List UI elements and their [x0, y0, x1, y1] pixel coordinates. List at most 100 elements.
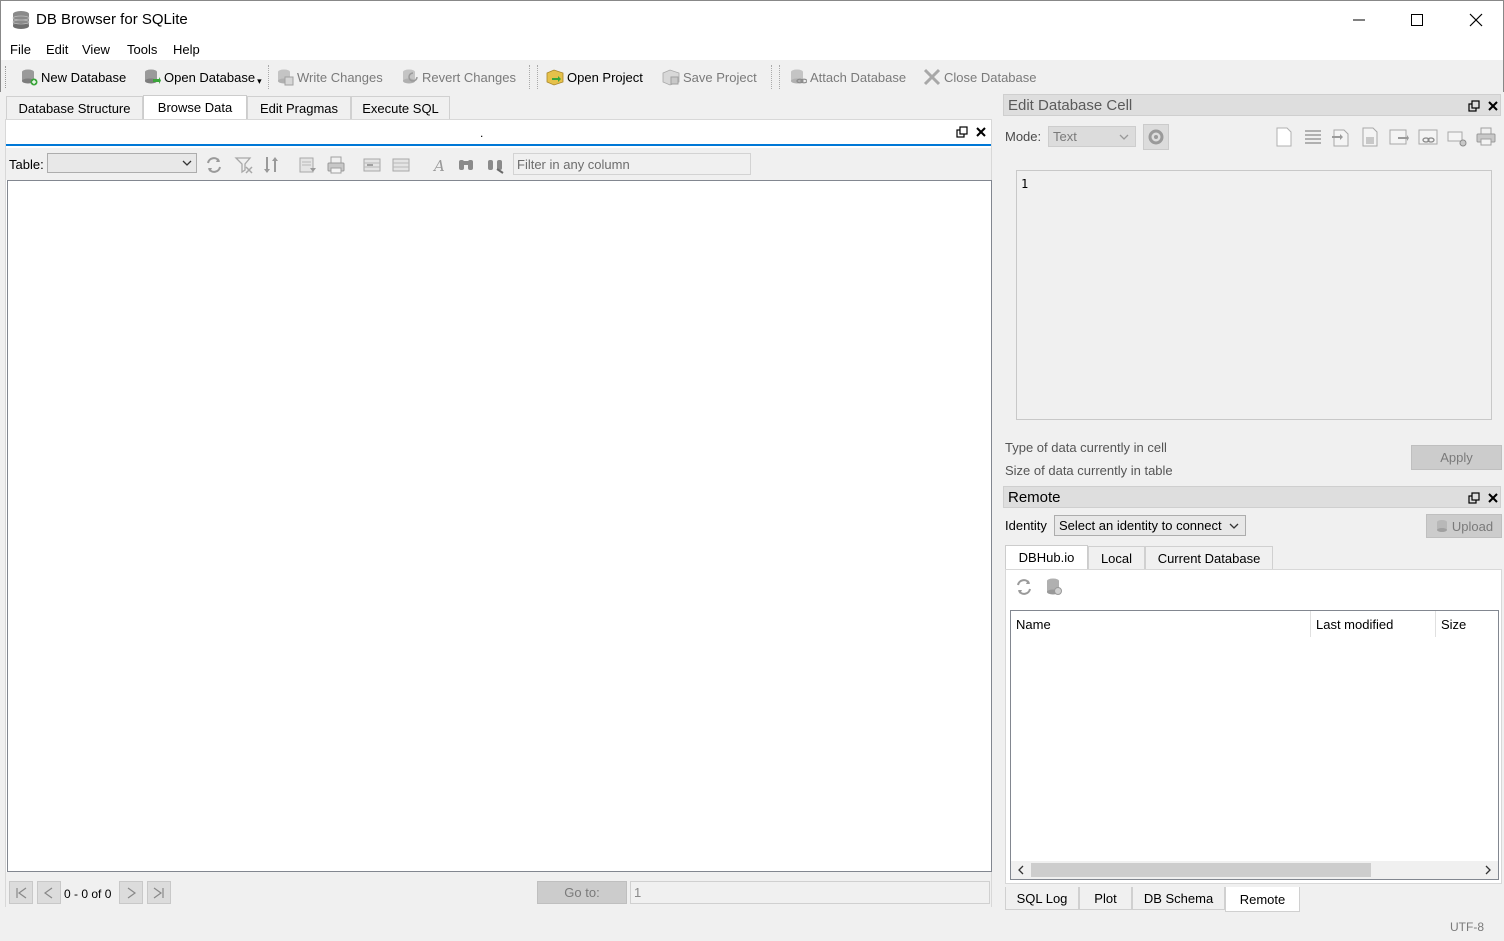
- goto-button[interactable]: Go to:: [537, 881, 627, 904]
- menu-bar: File Edit View Tools Help: [0, 38, 1504, 60]
- write-changes-button[interactable]: Write Changes: [276, 66, 383, 88]
- word-wrap-icon[interactable]: [1302, 126, 1324, 148]
- menu-file[interactable]: File: [10, 42, 31, 57]
- database-app-icon: [12, 11, 30, 29]
- open-database-icon: [145, 69, 161, 84]
- first-record-button[interactable]: [9, 881, 33, 904]
- print-icon[interactable]: [326, 155, 346, 175]
- menu-view[interactable]: View: [82, 42, 110, 57]
- mode-value: Text: [1053, 129, 1077, 144]
- attach-database-button[interactable]: Attach Database: [789, 66, 906, 88]
- revert-changes-button[interactable]: Revert Changes: [401, 66, 516, 88]
- encoding-indicator: UTF-8: [1450, 920, 1484, 934]
- tab-dbhub[interactable]: DBHub.io: [1005, 545, 1088, 569]
- main-toolbar: New Database Open Database ▾ Write Chang…: [0, 60, 1504, 92]
- new-database-button[interactable]: New Database: [20, 66, 126, 88]
- scrollbar-thumb[interactable]: [1031, 863, 1371, 877]
- open-project-icon: [546, 69, 564, 86]
- clear-filters-icon[interactable]: [234, 155, 254, 175]
- status-bar: UTF-8: [0, 912, 1504, 941]
- open-in-app-icon[interactable]: [1446, 126, 1468, 148]
- tab-plot[interactable]: Plot: [1079, 887, 1132, 910]
- tab-database-structure[interactable]: Database Structure: [6, 96, 143, 119]
- goto-input[interactable]: 1: [630, 881, 990, 904]
- tab-db-schema[interactable]: DB Schema: [1132, 887, 1225, 910]
- edit-cell-dock-title: Edit Database Cell: [1003, 94, 1501, 116]
- chevron-right-icon[interactable]: [1483, 865, 1493, 875]
- minimize-button[interactable]: [1330, 1, 1388, 39]
- toolbar-separator: [779, 65, 780, 89]
- clone-database-icon[interactable]: [1044, 577, 1064, 597]
- tab-sql-log[interactable]: SQL Log: [1005, 887, 1079, 910]
- print-icon[interactable]: [1475, 126, 1497, 148]
- tab-execute-sql[interactable]: Execute SQL: [351, 96, 450, 119]
- set-null-icon[interactable]: [1388, 126, 1410, 148]
- upload-icon: [1436, 520, 1447, 532]
- remote-file-table[interactable]: Name Last modified Size: [1010, 610, 1499, 880]
- apply-button[interactable]: Apply: [1411, 445, 1502, 470]
- find-icon[interactable]: [456, 155, 476, 175]
- save-table-icon[interactable]: [298, 155, 318, 175]
- undock-icon[interactable]: [956, 126, 968, 138]
- tab-remote[interactable]: Remote: [1225, 887, 1300, 912]
- table-select[interactable]: [47, 153, 197, 173]
- find-replace-icon[interactable]: [485, 155, 505, 175]
- upload-button[interactable]: Upload: [1426, 514, 1502, 538]
- mode-select[interactable]: Text: [1048, 126, 1136, 147]
- remote-dock-title: Remote: [1003, 486, 1501, 508]
- export-file-icon[interactable]: [1359, 126, 1381, 148]
- new-database-icon: [22, 69, 38, 86]
- close-window-button[interactable]: [1447, 1, 1504, 39]
- maximize-button[interactable]: [1388, 1, 1446, 39]
- column-header-last-modified[interactable]: Last modified: [1311, 611, 1436, 637]
- close-dock-icon[interactable]: [1487, 100, 1499, 112]
- horizontal-scrollbar[interactable]: [1011, 861, 1498, 879]
- tab-current-database[interactable]: Current Database: [1145, 546, 1273, 569]
- clear-sorting-icon[interactable]: [262, 155, 282, 175]
- open-project-button[interactable]: Open Project: [546, 66, 643, 88]
- toolbar-grip[interactable]: [5, 66, 8, 88]
- write-changes-icon: [278, 69, 294, 86]
- tab-browse-data[interactable]: Browse Data: [143, 95, 247, 119]
- menu-tools[interactable]: Tools: [127, 42, 157, 57]
- data-grid[interactable]: [7, 180, 992, 872]
- close-database-button[interactable]: Close Database: [923, 66, 1037, 88]
- new-document-icon[interactable]: [1273, 126, 1295, 148]
- close-dock-icon[interactable]: [1487, 492, 1499, 504]
- tab-local[interactable]: Local: [1088, 546, 1145, 569]
- refresh-icon[interactable]: [1014, 577, 1034, 597]
- toolbar-separator: [771, 65, 772, 89]
- write-changes-label: Write Changes: [297, 69, 383, 85]
- browse-data-pane: . Table: A Filter in any column 0 - 0 of…: [5, 119, 992, 907]
- menu-edit[interactable]: Edit: [46, 42, 68, 57]
- last-record-button[interactable]: [147, 881, 171, 904]
- open-database-button[interactable]: Open Database ▾: [143, 66, 262, 88]
- close-tab-icon[interactable]: [975, 126, 987, 138]
- save-project-button[interactable]: Save Project: [662, 66, 757, 88]
- browse-header-text: .: [480, 126, 484, 140]
- delete-record-icon[interactable]: [391, 155, 411, 175]
- remote-panel: Name Last modified Size: [1005, 569, 1502, 884]
- tab-edit-pragmas[interactable]: Edit Pragmas: [247, 96, 351, 119]
- auto-format-button[interactable]: [1143, 124, 1169, 150]
- font-format-icon[interactable]: A: [429, 155, 449, 175]
- import-file-icon[interactable]: [1330, 126, 1352, 148]
- refresh-icon[interactable]: [204, 155, 224, 175]
- cell-editor[interactable]: 1: [1016, 170, 1492, 420]
- undock-icon[interactable]: [1468, 492, 1480, 504]
- column-header-size[interactable]: Size: [1436, 611, 1498, 637]
- open-database-dropdown-icon[interactable]: ▾: [257, 76, 262, 87]
- previous-record-button[interactable]: [37, 881, 61, 904]
- chevron-down-icon: [1119, 134, 1129, 140]
- identity-select[interactable]: Select an identity to connect: [1054, 515, 1246, 536]
- undock-icon[interactable]: [1468, 100, 1480, 112]
- identity-value: Select an identity to connect: [1059, 518, 1222, 533]
- column-header-name[interactable]: Name: [1011, 611, 1311, 637]
- chevron-left-icon[interactable]: [1016, 865, 1026, 875]
- link-icon[interactable]: [1417, 126, 1439, 148]
- next-record-button[interactable]: [119, 881, 143, 904]
- insert-record-icon[interactable]: [362, 155, 382, 175]
- menu-help[interactable]: Help: [173, 42, 200, 57]
- global-filter-input[interactable]: Filter in any column: [513, 153, 751, 175]
- table-label: Table:: [9, 157, 44, 172]
